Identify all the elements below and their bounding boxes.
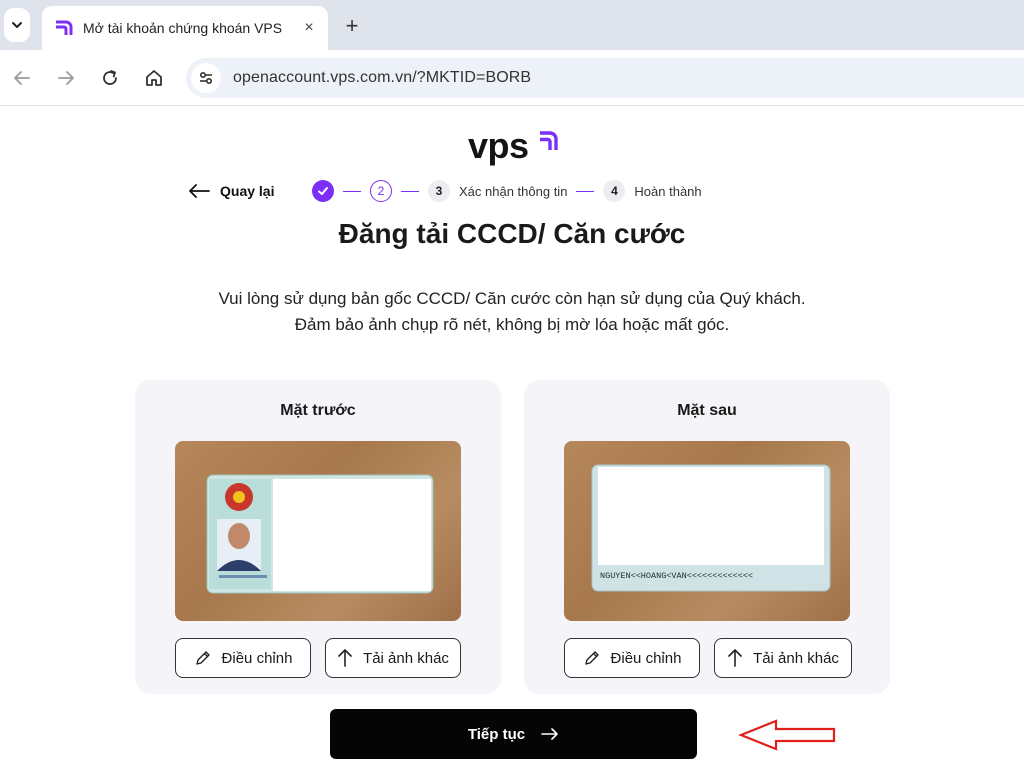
step-2-active: 2 — [370, 180, 392, 202]
step-connector — [343, 190, 361, 192]
continue-button[interactable]: Tiếp tục — [330, 709, 697, 759]
chevron-down-icon — [12, 22, 22, 28]
front-card-actions: Điều chỉnh Tải ảnh khác — [175, 638, 461, 678]
step-1-done — [312, 180, 334, 202]
mrz-line: NGUYEN<<HOANG<VAN<<<<<<<<<<<<< — [600, 571, 753, 581]
home-icon — [146, 70, 162, 86]
browser-tab-bar: Mở tài khoản chứng khoán VPS × + — [0, 0, 1024, 50]
upload-arrow-icon — [338, 649, 352, 667]
check-icon — [318, 187, 328, 195]
back-reupload-button[interactable]: Tải ảnh khác — [714, 638, 852, 678]
page-title: Đăng tải CCCD/ Căn cước — [338, 218, 686, 249]
pencil-icon — [584, 651, 599, 665]
step-3-label: Xác nhận thông tin — [459, 183, 568, 199]
left-arrow-icon — [189, 184, 210, 198]
browser-toolbar: openaccount.vps.com.vn/?MKTID=BORB — [0, 50, 1024, 106]
page-content: vps Quay lại 2 3 Xác nhận thông tin 4 Ho… — [0, 106, 1024, 768]
front-reupload-button[interactable]: Tải ảnh khác — [325, 638, 461, 678]
front-card-title: Mặt trước — [280, 402, 356, 419]
site-settings-icon — [199, 71, 213, 85]
step-connector — [576, 190, 595, 192]
front-reupload-label: Tải ảnh khác — [363, 649, 449, 667]
front-edit-button[interactable]: Điều chỉnh — [175, 638, 311, 678]
vps-logo: vps — [468, 126, 560, 166]
active-tab[interactable]: Mở tài khoản chứng khoán VPS × — [42, 6, 328, 50]
vps-favicon-icon — [52, 17, 74, 39]
description-line-1: Vui lòng sử dụng bản gốc CCCD/ Căn cước … — [218, 289, 806, 308]
description-line-2: Đảm bảo ảnh chụp rõ nét, không bị mờ lóa… — [294, 315, 730, 334]
id-back-image: NGUYEN<<HOANG<VAN<<<<<<<<<<<<< — [591, 464, 831, 592]
pencil-icon — [195, 651, 210, 665]
id-front-photo[interactable] — [175, 441, 461, 621]
id-front-image — [206, 474, 434, 594]
step-3: 3 — [428, 180, 450, 202]
reload-button[interactable] — [96, 64, 124, 92]
back-reupload-label: Tải ảnh khác — [753, 649, 839, 667]
back-button[interactable] — [8, 64, 36, 92]
page-description: Vui lòng sử dụng bản gốc CCCD/ Căn cước … — [0, 286, 1024, 338]
tab-search-button[interactable] — [4, 8, 30, 42]
back-card-title: Mặt sau — [677, 402, 737, 419]
url-text: openaccount.vps.com.vn/?MKTID=BORB — [233, 69, 532, 86]
tab-title: Mở tài khoản chứng khoán VPS — [83, 20, 283, 36]
id-back-photo[interactable]: NGUYEN<<HOANG<VAN<<<<<<<<<<<<< — [564, 441, 850, 621]
front-edit-label: Điều chỉnh — [221, 649, 293, 667]
forward-arrow-icon — [58, 71, 74, 85]
forward-button[interactable] — [52, 64, 80, 92]
step-4: 4 — [603, 180, 626, 202]
right-arrow-icon — [541, 728, 558, 740]
progress-stepper: 2 3 Xác nhận thông tin 4 Hoàn thành — [312, 179, 702, 203]
step-connector — [401, 190, 419, 192]
home-button[interactable] — [140, 64, 168, 92]
id-front-card: Mặt trước Điều chỉnh Tải ảnh khác — [135, 380, 501, 694]
vps-logo-mark-icon — [540, 131, 558, 150]
address-bar[interactable]: openaccount.vps.com.vn/?MKTID=BORB — [186, 58, 1024, 98]
reload-icon — [103, 70, 117, 85]
id-back-card: Mặt sau NGUYEN<<HOANG<VAN<<<<<<<<<<<<< Đ… — [524, 380, 890, 694]
site-settings-button[interactable] — [191, 63, 221, 93]
logo-text: vps — [468, 125, 529, 166]
back-card-actions: Điều chỉnh Tải ảnh khác — [564, 638, 852, 678]
back-label: Quay lại — [220, 183, 275, 199]
upload-arrow-icon — [728, 649, 742, 667]
new-tab-button[interactable]: + — [338, 12, 366, 40]
close-icon[interactable]: × — [300, 19, 318, 37]
back-edit-label: Điều chỉnh — [610, 649, 682, 667]
back-link[interactable]: Quay lại — [188, 180, 274, 202]
back-arrow-icon — [14, 71, 30, 85]
back-edit-button[interactable]: Điều chỉnh — [564, 638, 700, 678]
annotation-arrow-icon — [738, 719, 836, 751]
continue-label: Tiếp tục — [467, 725, 526, 743]
step-4-label: Hoàn thành — [634, 183, 702, 199]
